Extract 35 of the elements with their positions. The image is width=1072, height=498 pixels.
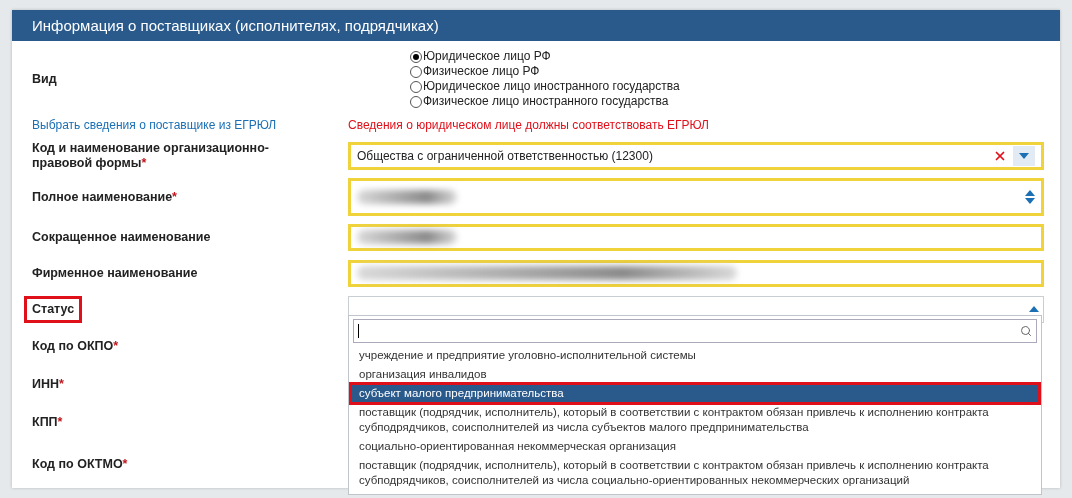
search-field[interactable] — [353, 319, 1037, 343]
field-label: КПП* — [32, 414, 63, 430]
textarea-field[interactable] — [348, 178, 1044, 216]
dropdown-button[interactable] — [1013, 146, 1035, 166]
scroll-up-icon — [1025, 190, 1035, 196]
egrul-link[interactable]: Выбрать сведения о поставщике из ЕГРЮЛ — [32, 118, 277, 132]
dropdown-option[interactable]: субъект малого предпринимательства — [351, 384, 1039, 403]
field-label: Код и наименование организационно-правовой формы* — [32, 141, 270, 171]
field-label: ИНН* — [32, 376, 64, 392]
scroll-down-icon — [1025, 198, 1035, 204]
radio-option[interactable]: Физическое лицо РФ — [410, 64, 1050, 79]
radio-option[interactable]: Юридическое лицо РФ — [410, 49, 1050, 64]
warning-text: Сведения о юридическом лице должны соответствовать ЕГРЮЛ — [348, 118, 710, 132]
dropdown-option[interactable]: социально-ориентированная некоммерческая организация — [351, 437, 1039, 456]
input-field[interactable] — [348, 259, 1044, 287]
radio-option[interactable]: Физическое лицо иностранного государства — [410, 94, 1050, 109]
field-label: Полное наименование* — [32, 189, 177, 205]
dropdown-option[interactable]: организация инвалидов — [351, 365, 1039, 384]
field-label: Статус — [32, 301, 75, 317]
select-field[interactable]: Общества с ограниченной ответственностью (12300) — [348, 142, 1044, 170]
search-icon — [1020, 325, 1032, 337]
dropdown-option[interactable]: поставщик (подрядчик, исполнитель), который в соответствии с контрактом обязан привлечь к исполнению контракта субподрядчиков, соисполнителей из числа субъектов малого предпринимательства — [351, 403, 1039, 437]
field-label: Код по ОКПО* — [32, 338, 119, 354]
field-label: Сокращенное наименование — [32, 229, 211, 245]
clear-icon[interactable] — [993, 149, 1007, 163]
field-label: Код по ОКТМО* — [32, 456, 128, 472]
input-field[interactable] — [348, 223, 1044, 251]
field-label: Фирменное наименование — [32, 265, 198, 281]
panel-title: Информация о поставщиках (исполнителях, подрядчиках) — [32, 17, 439, 34]
field-label: Вид — [32, 71, 57, 87]
dropdown-option[interactable]: поставщик (подрядчик, исполнитель), который в соответствии с контрактом обязан привлечь к исполнению контракта субподрядчиков, соисполнителей из числа социально-ориентированных некоммерческих организаций — [351, 456, 1039, 490]
caret-icon — [1019, 153, 1029, 159]
radio-option[interactable]: Юридическое лицо иностранного государства — [410, 79, 1050, 94]
dropdown-option[interactable]: учреждение и предприятие уголовно-исполнительной системы — [351, 346, 1039, 365]
caret-icon — [1029, 306, 1039, 312]
